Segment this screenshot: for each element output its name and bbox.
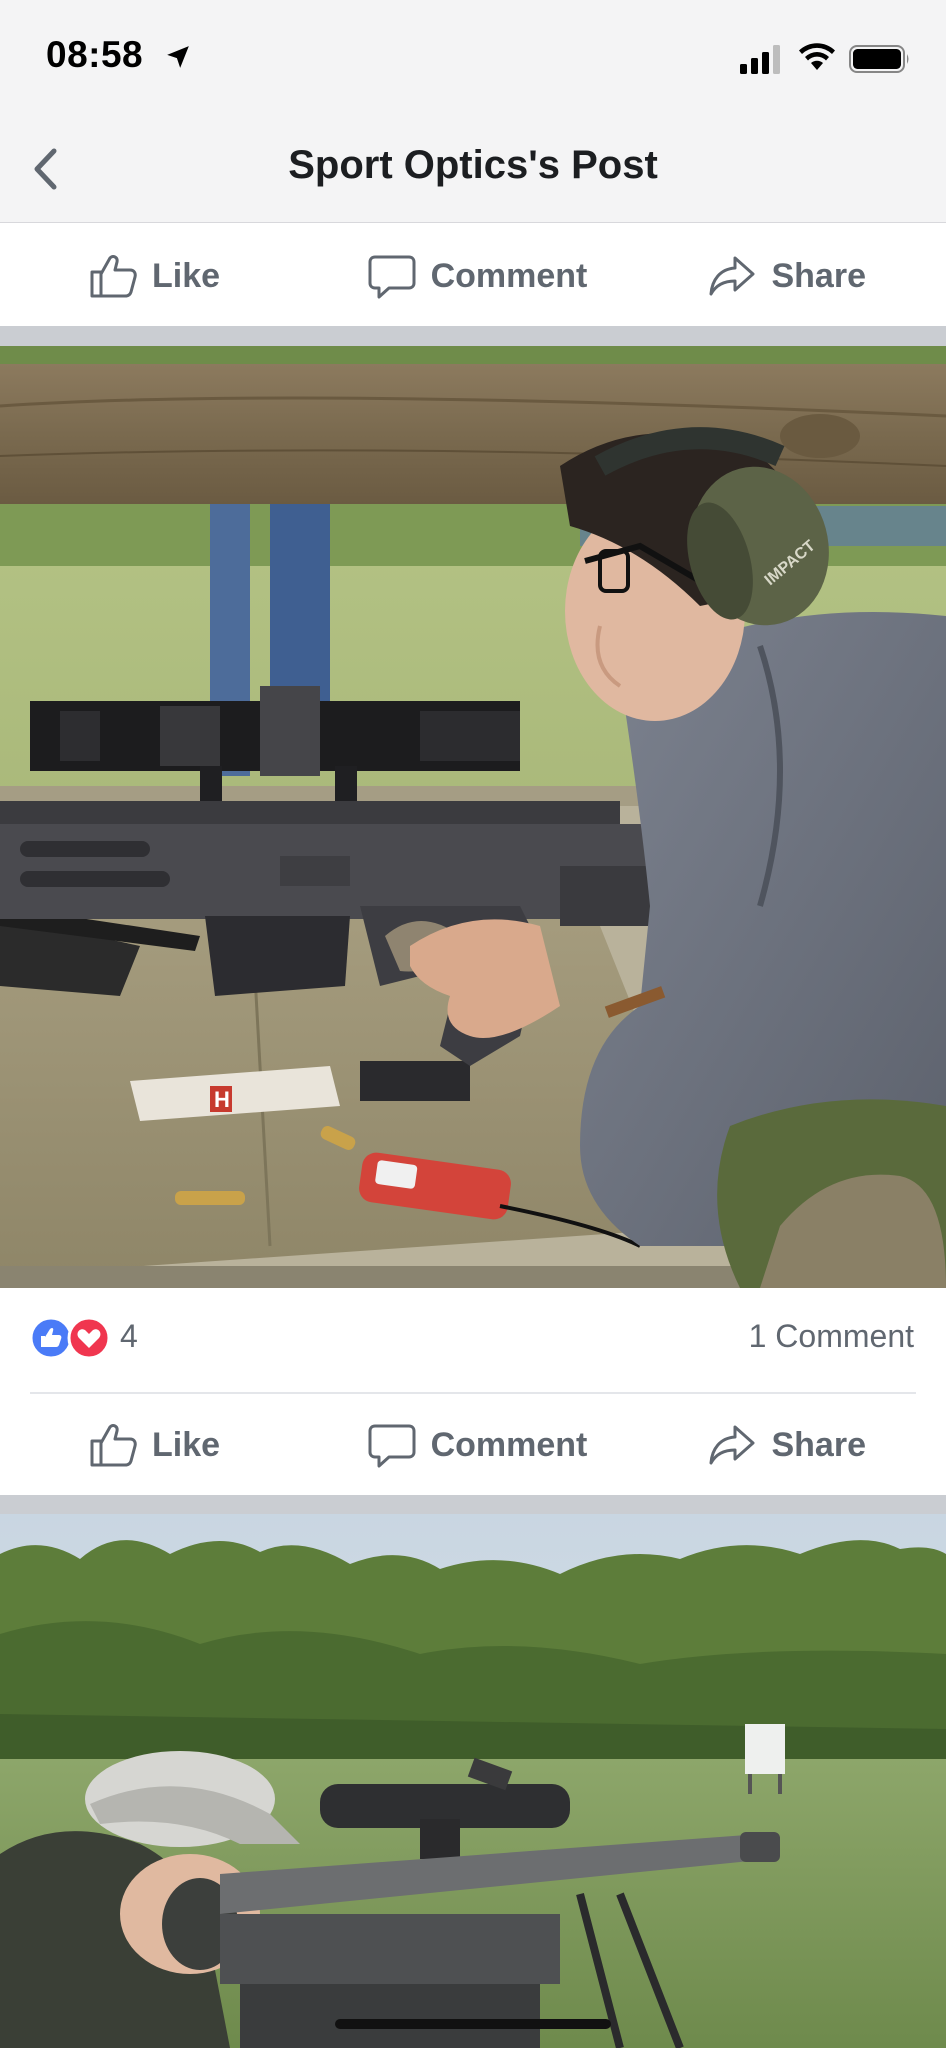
share-icon	[709, 1425, 755, 1465]
share-icon	[709, 256, 755, 296]
home-indicator	[335, 2019, 611, 2029]
location-arrow-icon	[167, 46, 189, 68]
ammo-box-letter: H	[214, 1087, 230, 1112]
thumbs-up-icon	[90, 255, 137, 298]
post-photo-shooter[interactable]: H IMPACT	[0, 346, 946, 1288]
wifi-icon	[799, 43, 835, 70]
post-photo-range[interactable]	[0, 1514, 946, 2048]
post-separator	[0, 326, 946, 346]
like-label: Like	[152, 256, 221, 295]
share-label: Share	[771, 256, 866, 295]
post-separator	[0, 1495, 946, 1515]
comment-icon	[368, 255, 416, 299]
like-label: Like	[152, 1425, 221, 1464]
share-button[interactable]: Share	[607, 226, 946, 326]
like-button[interactable]: Like	[0, 1395, 347, 1495]
post-actions-top: Like Comment Share	[0, 226, 946, 326]
post-actions-bottom: Like Comment Share	[0, 1395, 946, 1495]
comment-label: Comment	[430, 256, 588, 295]
thumbs-up-icon	[90, 1424, 137, 1467]
cellular-signal-icon	[740, 45, 780, 74]
share-label: Share	[771, 1425, 866, 1464]
reactions-summary: 4 1 Comment	[0, 1288, 946, 1394]
like-reaction-icon	[29, 1316, 73, 1360]
page-title: Sport Optics's Post	[288, 143, 658, 187]
comment-button[interactable]: Comment	[347, 226, 606, 326]
comment-count-link[interactable]: 1 Comment	[749, 1318, 914, 1355]
battery-icon	[849, 45, 909, 73]
like-button[interactable]: Like	[0, 226, 347, 326]
reaction-count[interactable]: 4	[120, 1318, 138, 1355]
share-button[interactable]: Share	[607, 1395, 946, 1495]
divider	[30, 1392, 916, 1394]
photo-illustration: H IMPACT	[0, 346, 946, 1288]
nav-bar: Sport Optics's Post	[0, 115, 946, 223]
status-time: 08:58	[46, 34, 144, 75]
photo-illustration	[0, 1514, 946, 2048]
status-bar: 08:58	[0, 0, 946, 115]
comment-button[interactable]: Comment	[347, 1395, 606, 1495]
love-reaction-icon	[67, 1316, 111, 1360]
comment-icon	[368, 1424, 416, 1468]
comment-label: Comment	[430, 1425, 588, 1464]
reaction-icons[interactable]	[29, 1316, 113, 1360]
